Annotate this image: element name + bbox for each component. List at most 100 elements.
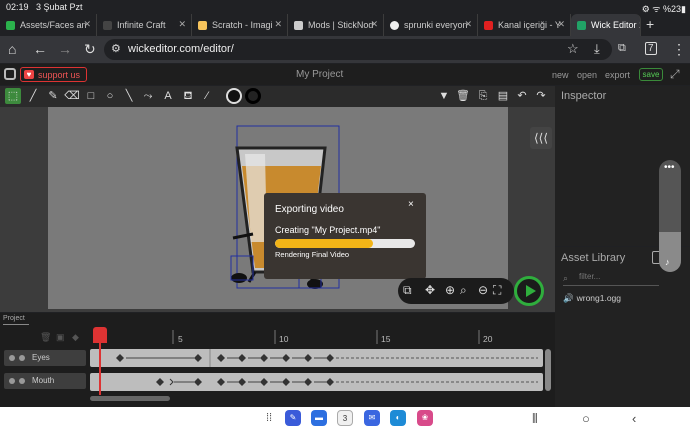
frame-ruler[interactable] [90,330,545,344]
tab-favicon [6,20,15,30]
project-title[interactable]: My Project [296,69,343,80]
fill-color-swatch[interactable] [226,88,242,104]
bookmark-star-icon[interactable]: ☆ [567,41,579,57]
close-icon[interactable]: ✕ [83,19,91,30]
tab-favicon [198,20,207,30]
eye-icon[interactable] [9,378,15,384]
fill-bucket-icon[interactable]: ⛾ [180,88,196,104]
fullscreen-icon[interactable]: ⤢ [670,67,680,82]
dock-internet-icon[interactable]: ◐ [390,410,406,426]
delete-icon[interactable]: 🗑 [455,88,471,104]
zoom-in-icon[interactable]: ⊕ [445,283,455,297]
dock-gallery-icon[interactable]: ❀ [417,410,433,426]
layer-track-mouth[interactable] [90,373,543,391]
timeline-scrollbar[interactable] [545,349,551,391]
chevron-down-icon[interactable]: ▼ [436,88,452,104]
inspector-collapse-button[interactable]: ⟨⟨⟨ [530,127,552,149]
search-icon: ⌕ [563,273,569,283]
new-tab-icon[interactable]: + [646,16,654,32]
dock-messages-icon[interactable]: ✉ [364,410,380,426]
download-icon[interactable]: ⤓ [594,41,600,57]
brush-tool-icon[interactable]: ╱ [25,88,41,104]
timeline-tab-project[interactable]: Project [3,315,29,325]
close-icon[interactable]: ✕ [557,19,565,30]
play-button[interactable] [514,276,544,306]
close-icon[interactable]: ✕ [274,19,282,30]
close-icon[interactable]: ✕ [370,19,378,30]
pan-icon[interactable]: ✥ [425,283,435,297]
stroke-color-swatch[interactable] [245,88,261,104]
side-scroll-slider[interactable]: ••• ♪ [659,160,681,272]
paste-icon[interactable]: ▤ [495,88,511,104]
forward-icon[interactable]: → [58,41,72,57]
recents-icon[interactable]: ⦀ [532,411,538,427]
more-icon[interactable]: ••• [664,162,675,173]
reload-icon[interactable]: ↻ [84,41,96,58]
text-tool-icon[interactable]: A [160,88,176,104]
tab-sticknodes[interactable]: Mods | StickNod ✕ [288,14,384,36]
home-button-icon[interactable]: ○ [582,411,590,426]
pencil-tool-icon[interactable]: ✎ [45,88,61,104]
fit-screen-icon[interactable]: ⛶ [493,283,501,298]
dock-calendar-icon[interactable]: 3 [337,410,353,426]
status-date: 3 Şubat Pzt [36,2,83,12]
tab-infinite-craft[interactable]: Infinite Craft ✕ [97,14,192,36]
path-tool-icon[interactable]: ⤳ [140,88,156,104]
zoom-out-icon[interactable]: ⊖ [478,283,488,297]
timeline-h-scrollbar[interactable] [90,396,170,401]
line-tool-icon[interactable]: ╲ [121,88,137,104]
export-button[interactable]: export [605,70,630,80]
tab-wick-editor[interactable]: Wick Editor 1.19 [571,14,641,36]
back-button-icon[interactable]: ‹ [632,411,636,426]
back-icon[interactable]: ← [33,41,47,57]
onion-skin-icon[interactable]: ⧉ [403,283,412,298]
close-icon[interactable]: ✕ [178,19,186,30]
keyframe-icon[interactable]: ◆ [72,332,79,343]
tab-sprunki[interactable]: sprunki everyon ✕ [384,14,478,36]
apps-grid-icon[interactable]: ⁞⁞ [261,410,277,426]
copy-icon[interactable]: ⎘ [475,88,491,104]
save-button[interactable]: save [639,68,663,81]
close-icon[interactable]: × [408,199,414,210]
translate-icon[interactable]: ⧉ [618,42,626,55]
rectangle-tool-icon[interactable]: □ [83,88,99,104]
url-text[interactable]: wickeditor.com/editor/ [128,43,234,55]
home-icon[interactable]: ⌂ [8,41,16,57]
eraser-tool-icon[interactable]: ⌫ [64,88,80,104]
tab-youtube[interactable]: Kanal içeriği - Y ✕ [478,14,571,36]
asset-item[interactable]: 🔊 wrong1.ogg [563,293,683,307]
asset-library-title: Asset Library [561,252,626,264]
frame-number: 10 [279,334,289,344]
site-info-icon[interactable]: ⚙ [111,42,121,55]
tab-bar: Assets/Faces an ✕ Infinite Craft ✕ Scrat… [0,14,690,36]
ellipse-tool-icon[interactable]: ○ [102,88,118,104]
tab-scratch[interactable]: Scratch - Imagi ✕ [192,14,288,36]
layer-mouth[interactable]: Mouth [4,373,86,389]
eyedropper-icon[interactable]: ⁄ [199,88,215,104]
tab-label: sprunki everyon [404,20,468,30]
cursor-tool-icon[interactable]: ⬚ [5,88,21,104]
more-menu-icon[interactable]: ⋮ [672,41,686,58]
asset-filter-input[interactable]: filter... [563,272,659,286]
lock-icon[interactable] [19,378,25,384]
eye-icon[interactable] [9,355,15,361]
layer-eyes[interactable]: Eyes [4,350,86,366]
dock-files-icon[interactable]: ▬ [311,410,327,426]
tab-count-icon[interactable]: 7 [645,42,657,55]
redo-icon[interactable]: ↷ [533,88,549,104]
delete-layer-icon[interactable]: 🗑 [40,332,51,343]
asset-item-label: wrong1.ogg [576,293,622,303]
layer-track-eyes[interactable] [90,349,543,367]
tab-assets-faces[interactable]: Assets/Faces an ✕ [0,14,97,36]
undo-icon[interactable]: ↶ [514,88,530,104]
playhead[interactable] [93,327,107,343]
add-layer-icon[interactable]: ▣ [56,332,65,343]
play-icon [526,285,536,297]
zoom-icon[interactable]: ⌕ [460,283,467,298]
open-button[interactable]: open [577,70,597,80]
new-button[interactable]: new [552,70,569,80]
dock-notes-icon[interactable]: ✎ [285,410,301,426]
lock-icon[interactable] [19,355,25,361]
support-us-button[interactable]: ♥ support us [20,67,87,82]
close-icon[interactable]: ✕ [464,19,472,30]
